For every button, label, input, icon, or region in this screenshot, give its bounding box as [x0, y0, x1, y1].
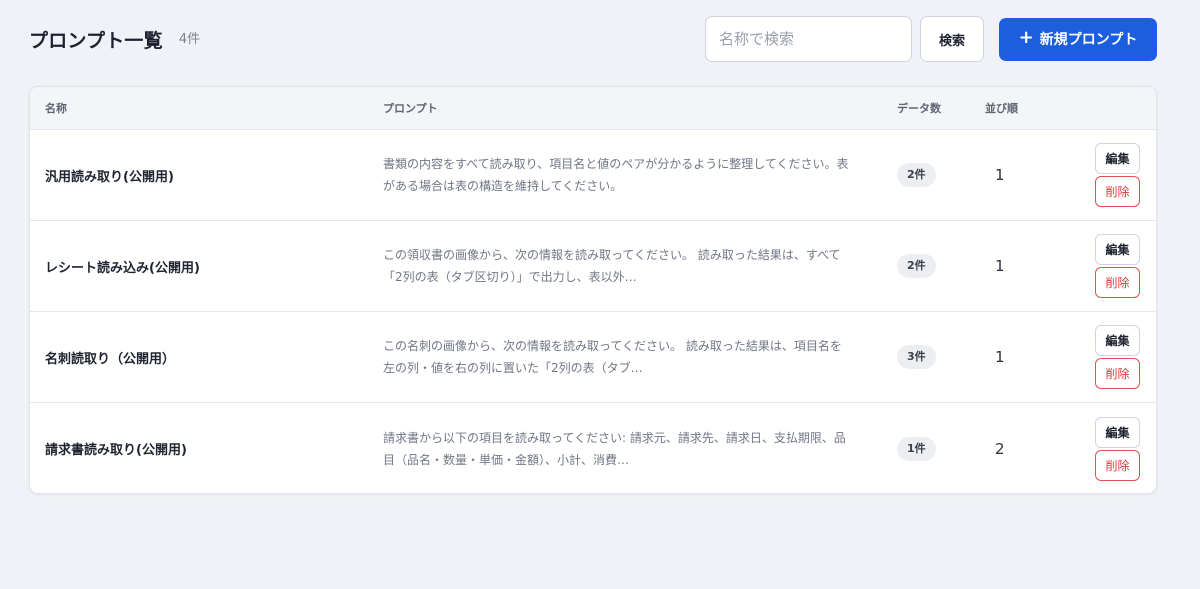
search-button[interactable]: 検索 [920, 16, 984, 62]
prompt-text: 請求書から以下の項目を読み取ってください: 請求元、請求先、請求日、支払期限、品… [383, 430, 846, 467]
table-header: 名称 プロンプト データ数 並び順 [30, 87, 1156, 130]
prompt-text: この領収書の画像から、次の情報を読み取ってください。 読み取った結果は、すべて「… [383, 248, 841, 284]
column-header-order: 並び順 [985, 102, 1018, 115]
column-header-prompt: プロンプト [383, 102, 438, 115]
delete-button[interactable]: 削除 [1095, 267, 1140, 298]
table-row: 請求書読み取り(公開用) 請求書から以下の項目を読み取ってください: 請求元、請… [30, 403, 1156, 493]
sort-order: 1 [995, 166, 1005, 184]
prompt-name: 汎用読み取り(公開用) [45, 169, 174, 185]
table-row: レシート読み込み(公開用) この領収書の画像から、次の情報を読み取ってください。… [30, 221, 1156, 312]
row-actions: 編集 削除 [1080, 143, 1156, 207]
sort-order: 1 [995, 348, 1005, 366]
table-row: 汎用読み取り(公開用) 書類の内容をすべて読み取り、項目名と値のペアが分かるよう… [30, 130, 1156, 221]
edit-button[interactable]: 編集 [1095, 234, 1140, 265]
data-count-cell: 2件 [882, 254, 970, 278]
data-count-badge: 2件 [897, 163, 936, 187]
edit-button[interactable]: 編集 [1095, 143, 1140, 174]
prompt-table: 名称 プロンプト データ数 並び順 汎用読み取り(公開用) 書類の内容をすべて読… [29, 86, 1157, 494]
prompt-name: 名刺読取り（公開用） [45, 351, 176, 367]
prompt-name: レシート読み込み(公開用) [45, 260, 200, 276]
prompt-name: 請求書読み取り(公開用) [45, 443, 187, 458]
column-header-name: 名称 [45, 102, 67, 115]
data-count-badge: 2件 [897, 254, 936, 278]
item-count: 4件 [178, 31, 201, 47]
new-prompt-label: 新規プロンプト [1039, 32, 1138, 48]
sort-order: 1 [995, 257, 1005, 275]
edit-button[interactable]: 編集 [1095, 325, 1140, 356]
new-prompt-button[interactable]: + 新規プロンプト [999, 17, 1157, 61]
plus-icon: + [1018, 27, 1034, 48]
data-count-cell: 3件 [882, 345, 970, 369]
page-title: プロンプト一覧 [29, 29, 163, 52]
delete-button[interactable]: 削除 [1095, 176, 1140, 207]
delete-button[interactable]: 削除 [1095, 358, 1140, 389]
row-actions: 編集 削除 [1080, 234, 1156, 298]
prompt-list-page: プロンプト一覧 4件 検索 + 新規プロンプト 名称 プロンプト データ数 並び… [0, 0, 1200, 589]
sort-order: 2 [995, 439, 1005, 458]
prompt-text: 書類の内容をすべて読み取り、項目名と値のペアが分かるように整理してください。表が… [383, 157, 849, 193]
prompt-text: この名刺の画像から、次の情報を読み取ってください。 読み取った結果は、項目名を左… [383, 339, 842, 375]
data-count-cell: 1件 [882, 436, 970, 461]
data-count-badge: 3件 [897, 345, 936, 369]
delete-button[interactable]: 削除 [1095, 449, 1140, 481]
search-input[interactable] [705, 16, 912, 62]
data-count-badge: 1件 [897, 436, 936, 461]
row-actions: 編集 削除 [1080, 325, 1156, 389]
data-count-cell: 2件 [882, 163, 970, 187]
page-header: プロンプト一覧 4件 検索 + 新規プロンプト [29, 16, 1157, 62]
table-row: 名刺読取り（公開用） この名刺の画像から、次の情報を読み取ってください。 読み取… [30, 312, 1156, 403]
row-actions: 編集 削除 [1080, 416, 1156, 481]
edit-button[interactable]: 編集 [1095, 416, 1140, 448]
column-header-data-count: データ数 [897, 102, 941, 115]
